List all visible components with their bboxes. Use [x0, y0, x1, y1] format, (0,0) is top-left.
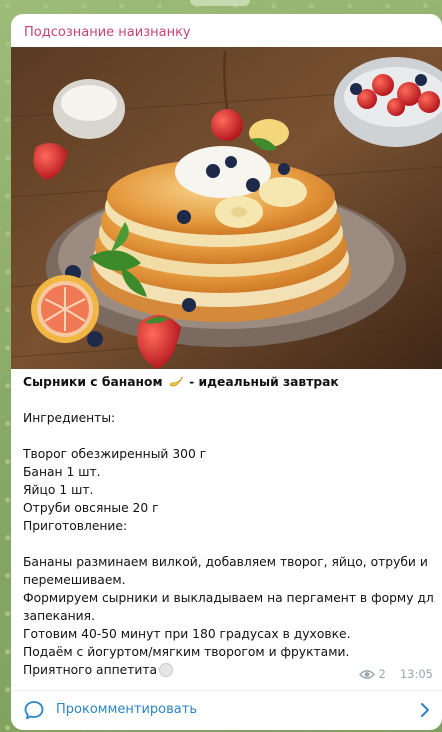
step-line: запекания.: [23, 609, 95, 623]
ingredient-item: Яйцо 1 шт.: [23, 483, 94, 497]
post-title-text: Сырники с бананом: [23, 375, 163, 389]
comment-label: Прокомментировать: [56, 702, 197, 717]
post-title: Сырники с бананом - идеальный завтрак: [23, 373, 435, 391]
message-bubble[interactable]: Подсознание наизнанку Сырники с бананом …: [11, 14, 442, 730]
post-title-suffix: - идеальный завтрак: [189, 375, 339, 389]
views-count: 2: [378, 667, 386, 681]
post-photo[interactable]: [11, 47, 442, 369]
step-line: перемешиваем.: [23, 573, 126, 587]
eye-icon: [358, 669, 375, 679]
preparation-heading: Приготовление:: [23, 519, 128, 533]
ingredient-item: Банан 1 шт.: [23, 465, 101, 479]
previous-message-edge: [190, 0, 250, 6]
ingredients-heading: Ингредиенты:: [23, 411, 116, 425]
step-line: Формируем сырники и выкладываем на перга…: [23, 591, 435, 605]
step-line: Готовим 40-50 минут при 180 градусах в д…: [23, 627, 351, 641]
comment-icon: [24, 701, 44, 720]
message-meta: 2 13:05: [358, 667, 433, 681]
ingredient-item: Отруби овсяные 20 г: [23, 501, 159, 515]
ingredient-item: Творог обезжиренный 300 г: [23, 447, 207, 461]
banana-emoji-icon: [169, 376, 183, 387]
step-line: Подаём с йогуртом/мягким творогом и фрук…: [23, 645, 350, 659]
step-line: Бананы разминаем вилкой, добавляем творо…: [23, 555, 428, 569]
message-time: 13:05: [399, 667, 433, 681]
channel-name[interactable]: Подсознание наизнанку: [24, 25, 191, 40]
plate-emoji-icon: [159, 663, 174, 677]
closing-text: Приятного аппетита: [23, 663, 158, 677]
comment-button[interactable]: Прокомментировать: [11, 691, 442, 730]
post-text: Сырники с бананом - идеальный завтрак Ин…: [23, 373, 435, 679]
chevron-right-icon: [421, 703, 429, 717]
